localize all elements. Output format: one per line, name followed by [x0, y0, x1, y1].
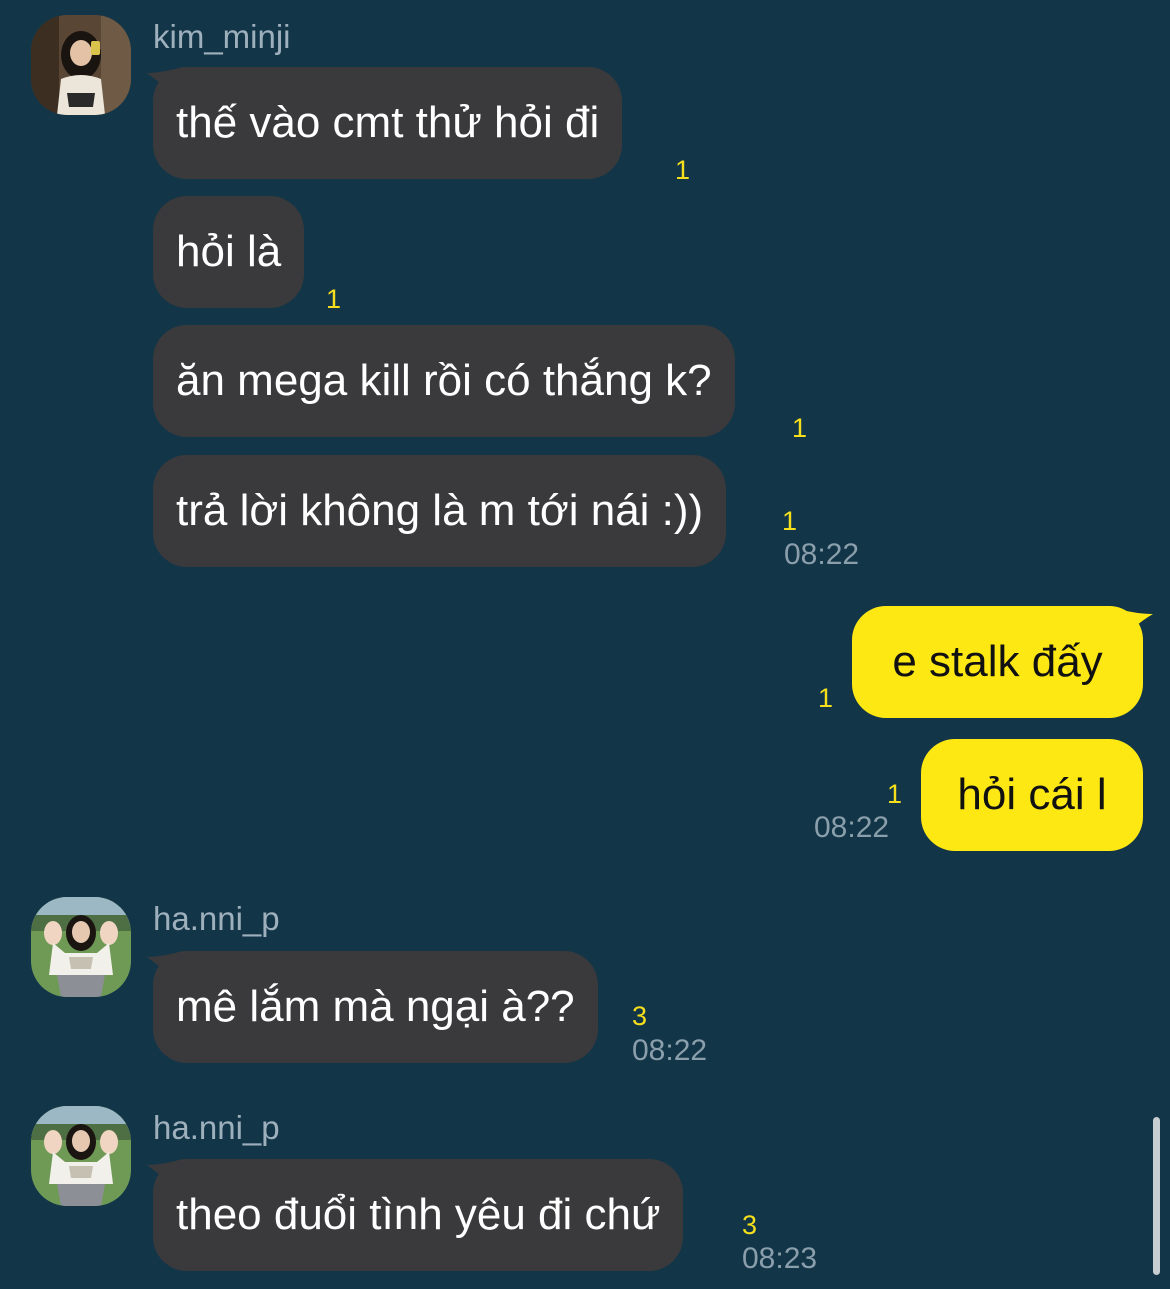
unread-count: 1 [887, 779, 903, 809]
message-bubble-incoming[interactable]: hỏi là [153, 196, 305, 308]
unread-count: 1 [326, 284, 342, 314]
avatar-ha-nni-p[interactable] [31, 1106, 131, 1206]
message-timestamp: 08:22 [814, 811, 890, 844]
profile-photo-icon [31, 15, 131, 115]
chat-screen: { "messages": [ {"sender": "kim_minji", … [0, 0, 1170, 1289]
sender-name: ha.nni_p [153, 1109, 280, 1146]
message-bubble-outgoing[interactable]: hỏi cái l [921, 739, 1143, 851]
unread-count: 3 [632, 1001, 648, 1031]
message-bubble-outgoing[interactable]: e stalk đấy [852, 606, 1143, 718]
unread-count: 3 [742, 1210, 758, 1240]
message-timestamp: 08:22 [632, 1034, 708, 1067]
bubble-tail [147, 953, 175, 979]
message-bubble-incoming[interactable]: ăn mega kill rồi có thắng k? [153, 325, 735, 437]
unread-count: 1 [792, 413, 808, 443]
scrollbar[interactable] [1153, 1117, 1160, 1275]
unread-count: 1 [818, 683, 834, 713]
message-bubble-incoming[interactable]: thế vào cmt thử hỏi đi [153, 67, 623, 179]
message-timestamp: 08:22 [784, 538, 860, 571]
profile-photo-icon [31, 897, 131, 997]
unread-count: 1 [782, 506, 798, 536]
message-bubble-incoming[interactable]: trả lời không là m tới nái :)) [153, 455, 727, 567]
avatar-ha-nni-p[interactable] [31, 897, 131, 997]
bubble-tail [1115, 608, 1153, 636]
avatar-kim-minji[interactable] [31, 15, 131, 115]
sender-name: ha.nni_p [153, 900, 280, 937]
profile-photo-icon [31, 1106, 131, 1206]
message-bubble-incoming[interactable]: theo đuổi tình yêu đi chứ [153, 1159, 684, 1271]
message-timestamp: 08:23 [742, 1242, 818, 1275]
unread-count: 1 [675, 155, 691, 185]
bubble-tail [147, 69, 175, 95]
sender-name: kim_minji [153, 18, 291, 55]
bubble-tail [147, 1161, 175, 1187]
message-bubble-incoming[interactable]: mê lắm mà ngại à?? [153, 951, 598, 1063]
